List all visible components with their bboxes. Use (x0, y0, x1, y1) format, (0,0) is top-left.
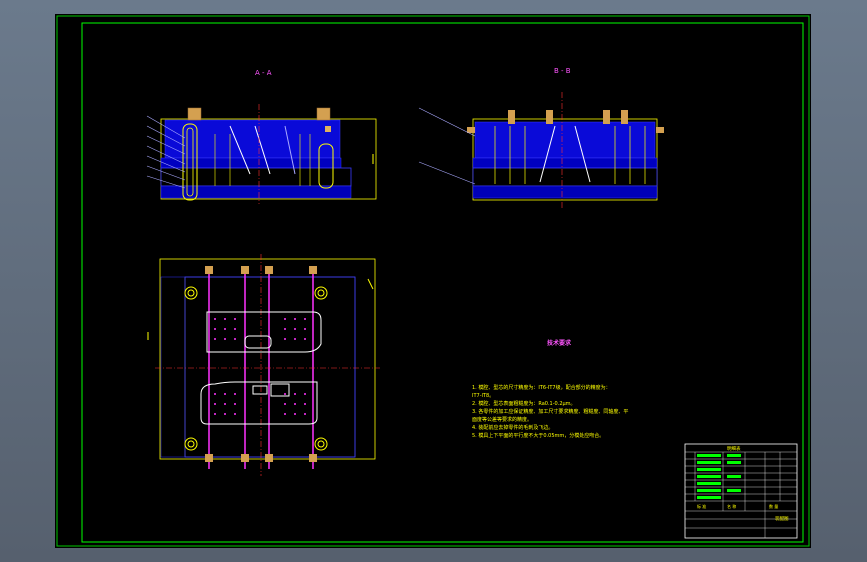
section-aa-label: A - A (255, 69, 272, 77)
section-aa-view[interactable]: A - A (146, 69, 377, 204)
bom-label-quantity: 数 量 (769, 503, 778, 509)
notes-line-1: 1. 模腔、型芯的尺寸精度为：IT6-IT7级，配合部分的精度为： (472, 384, 611, 391)
notes-line-4: 3. 各零件的加工应保证精度、加工尺寸要求精度、粗糙度、同轴度、平 (472, 408, 628, 415)
plan-frame (159, 258, 376, 460)
section-bb-label: B - B (554, 67, 571, 75)
bom-header: 明细表 (727, 445, 741, 452)
title-block[interactable]: 明细表 标 准 名 称 数 量 装配图 (684, 443, 798, 539)
bom-label-standard: 标 准 (697, 503, 706, 509)
notes-title: 技术要求 (547, 339, 572, 347)
plan-view[interactable] (147, 254, 380, 476)
notes-line-2: IT7-IT8。 (472, 393, 494, 399)
technical-notes[interactable]: 技术要求 1. 模腔、型芯的尺寸精度为：IT6-IT7级，配合部分的精度为： I… (472, 339, 628, 439)
section-bb-view[interactable]: B - B (418, 67, 664, 209)
cad-drawing[interactable]: A - A B - B 技术要求 1. 模腔、型芯的尺寸精度为：IT6-IT7级… (55, 14, 811, 548)
drawing-title: 装配图 (775, 515, 789, 522)
notes-line-5: 面度等公差等要求的精度。 (472, 416, 532, 423)
bom-label-name: 名 称 (727, 503, 736, 509)
ejector-pin-pattern (214, 318, 306, 415)
notes-line-6: 4. 装配前应去掉零件的毛刺及飞边。 (472, 424, 553, 431)
outer-border (56, 15, 810, 547)
cad-drawing-viewport[interactable]: A - A B - B 技术要求 1. 模腔、型芯的尺寸精度为：IT6-IT7级… (55, 14, 811, 548)
notes-line-7: 5. 模具上下平面的平行度不大于0.05mm，分模处应吻合。 (472, 432, 604, 439)
notes-line-3: 2. 模腔、型芯表面粗糙度为：Ra0.1-0.2μm。 (472, 400, 576, 407)
